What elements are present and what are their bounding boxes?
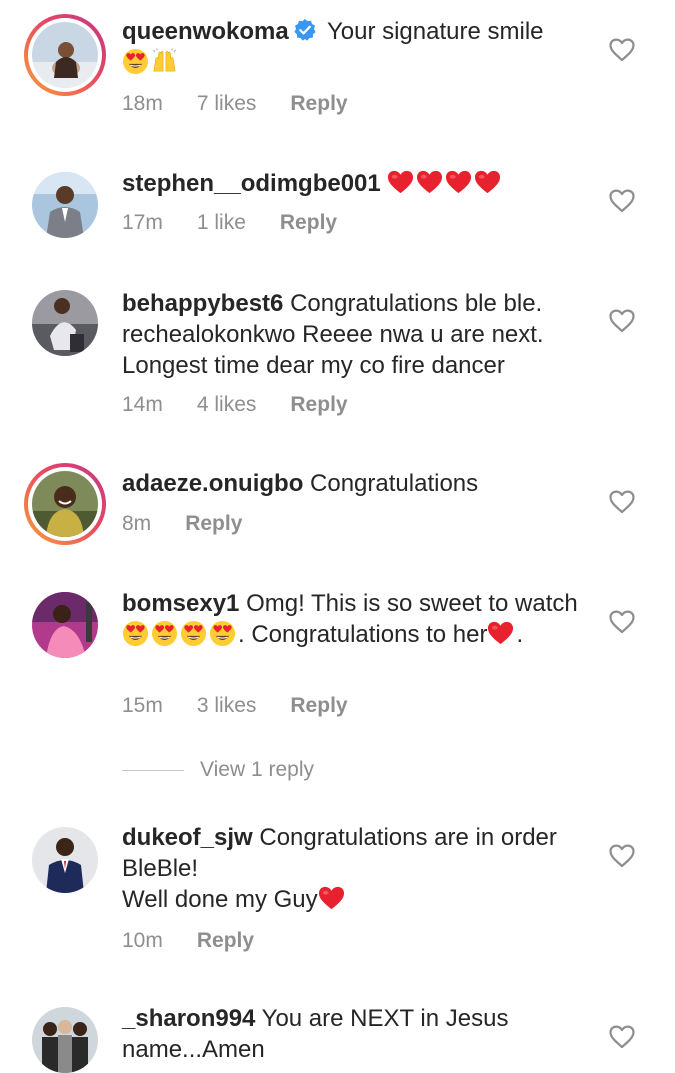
comment-body: Your signature smile [326,18,544,45]
avatar-photo [32,22,98,88]
username[interactable]: behappybest6 [122,290,283,317]
likes-count[interactable]: 4 likes [197,393,257,416]
username[interactable]: stephen__odimgbe001 [122,170,381,197]
heart-eyes-emoji-icon [209,620,236,647]
like-heart-icon[interactable] [609,309,635,333]
heart-eyes-emoji-icon [151,620,178,647]
comment-body: . [516,621,524,648]
comment-time: 18m [122,92,163,115]
heart-eyes-emoji-icon [122,48,149,75]
red-heart-emoji-icon [474,169,501,196]
avatar[interactable] [32,290,98,356]
comment-text: adaeze.onuigbo Congratulations [122,468,592,499]
avatar[interactable] [24,14,106,96]
comment-text: queenwokoma Your signature smile [122,16,592,78]
comment-time: 10m [122,929,163,952]
comment-text: dukeof_sjw Congratulations are in order … [122,822,592,915]
avatar-photo [32,172,98,238]
reply-button[interactable]: Reply [290,694,347,717]
comment-time: 14m [122,393,163,416]
like-heart-icon[interactable] [609,38,635,62]
comment-meta: 8m Reply [122,512,276,536]
likes-count[interactable]: 3 likes [197,694,257,717]
like-heart-icon[interactable] [609,844,635,868]
username[interactable]: dukeof_sjw [122,824,253,851]
comment-text: bomsexy1 Omg! This is so sweet to watch.… [122,588,592,650]
comment-time: 15m [122,694,163,717]
heart-eyes-emoji-icon [122,620,149,647]
comment-meta: 15m 3 likes Reply [122,694,382,718]
avatar[interactable] [32,592,98,658]
username[interactable]: bomsexy1 [122,590,239,617]
avatar-photo [32,827,98,893]
comment-time: 17m [122,211,163,234]
reply-button[interactable]: Reply [197,929,254,952]
reply-button[interactable]: Reply [290,92,347,115]
avatar-photo [32,471,98,537]
reply-button[interactable]: Reply [280,211,337,234]
avatar-photo [32,290,98,356]
comment-text: _sharon994 You are NEXT in Jesus name...… [122,1003,592,1065]
comment-meta: 14m 4 likes Reply [122,393,382,417]
username[interactable]: adaeze.onuigbo [122,470,303,497]
comment-meta: 10m Reply [122,929,288,953]
like-heart-icon[interactable] [609,610,635,634]
raised-hands-emoji-icon [151,48,178,75]
avatar[interactable] [24,463,106,545]
like-heart-icon[interactable] [609,189,635,213]
heart-eyes-emoji-icon [180,620,207,647]
red-heart-emoji-icon [387,169,414,196]
avatar[interactable] [32,172,98,238]
comment-meta: 17m 1 like Reply [122,211,371,235]
comment-body: Omg! This is so sweet to watch [246,590,578,617]
comment-text: stephen__odimgbe001 [122,168,592,199]
username[interactable]: _sharon994 [122,1005,255,1032]
avatar-photo [32,1007,98,1073]
view-replies-label: View 1 reply [200,758,315,781]
like-heart-icon[interactable] [609,1025,635,1049]
view-replies-button[interactable]: View 1 reply [122,758,314,782]
red-heart-emoji-icon [487,620,514,647]
comment-body: . Congratulations to her [238,621,488,648]
avatar[interactable] [32,1007,98,1073]
username[interactable]: queenwokoma [122,18,289,45]
verified-badge-icon [294,19,316,41]
comment-body: Congratulations [310,470,479,497]
red-heart-emoji-icon [416,169,443,196]
red-heart-emoji-icon [318,885,345,912]
comment-body: Well done my Guy [122,886,318,913]
likes-count[interactable]: 7 likes [197,92,257,115]
comment-time: 8m [122,512,152,535]
like-heart-icon[interactable] [609,490,635,514]
likes-count[interactable]: 1 like [197,211,246,234]
red-heart-emoji-icon [445,169,472,196]
divider [122,769,184,771]
avatar[interactable] [32,827,98,893]
comment-meta: 18m 7 likes Reply [122,92,382,116]
avatar-photo [32,592,98,658]
comment-text: behappybest6 Congratulations ble ble. re… [122,288,592,381]
reply-button[interactable]: Reply [290,393,347,416]
reply-button[interactable]: Reply [185,512,242,535]
